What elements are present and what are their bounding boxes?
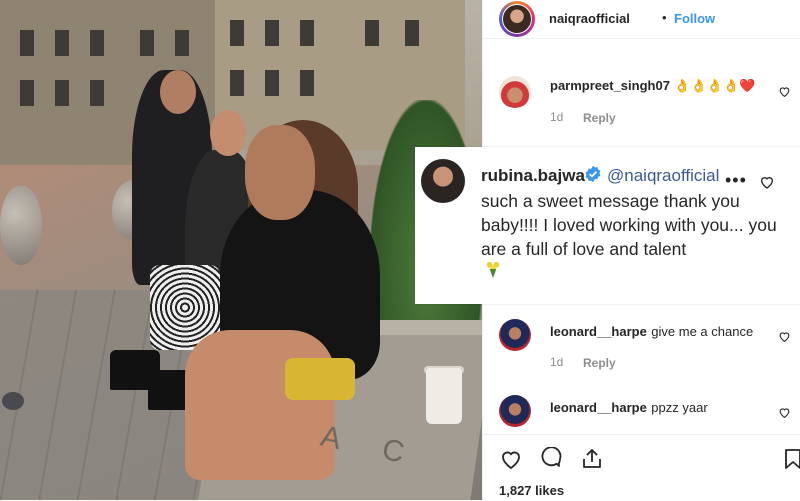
coffee-cup	[426, 368, 462, 424]
verified-icon	[585, 165, 601, 183]
comment-avatar[interactable]	[421, 159, 465, 203]
comment-age: 1d	[550, 110, 564, 124]
follow-button[interactable]: Follow	[674, 11, 715, 26]
comment-avatar[interactable]	[499, 395, 531, 427]
featured-comment: rubina.bajwa @naiqraofficial ••• such a …	[415, 147, 800, 304]
stone-sphere	[0, 185, 42, 265]
comment-avatar[interactable]	[499, 319, 531, 351]
more-icon[interactable]: •••	[725, 170, 747, 191]
comment-text: such a sweet message thank you baby!!!! …	[481, 191, 777, 259]
heart-icon[interactable]	[499, 447, 523, 471]
comment-text: ppzz yaar	[651, 400, 708, 415]
heart-icon[interactable]	[778, 85, 791, 98]
comment-age: 1d	[550, 355, 564, 369]
comment-text: 👌👌👌👌❤️	[674, 78, 756, 93]
comment-username[interactable]: leonard__harpe	[550, 400, 647, 415]
comment-text: give me a chance	[651, 324, 754, 339]
avatar[interactable]	[499, 1, 535, 37]
bookmark-icon[interactable]	[781, 447, 800, 471]
comment-avatar[interactable]	[499, 76, 531, 108]
bouquet-icon	[486, 261, 500, 279]
comment-username[interactable]: parmpreet_singh07	[550, 78, 670, 93]
comment-username[interactable]: leonard__harpe	[550, 324, 647, 339]
comment-icon[interactable]	[539, 447, 563, 471]
comment-username[interactable]: rubina.bajwa	[481, 166, 585, 186]
action-bar: 1,827 likes	[483, 434, 800, 501]
post-header: naiqraofficial • Follow	[483, 0, 800, 39]
heart-icon[interactable]	[778, 406, 791, 419]
heart-icon[interactable]	[759, 174, 775, 190]
pigeon	[2, 392, 24, 410]
heart-icon[interactable]	[778, 330, 791, 343]
post-username[interactable]: naiqraofficial	[549, 11, 630, 26]
mention-link[interactable]: @naiqraofficial	[607, 166, 719, 186]
post-photo[interactable]: A C	[0, 0, 482, 500]
like-count[interactable]: 1,827 likes	[499, 483, 564, 498]
reply-button[interactable]: Reply	[583, 111, 616, 125]
share-icon[interactable]	[580, 447, 604, 471]
reply-button[interactable]: Reply	[583, 356, 616, 370]
separator-dot: •	[662, 10, 667, 25]
